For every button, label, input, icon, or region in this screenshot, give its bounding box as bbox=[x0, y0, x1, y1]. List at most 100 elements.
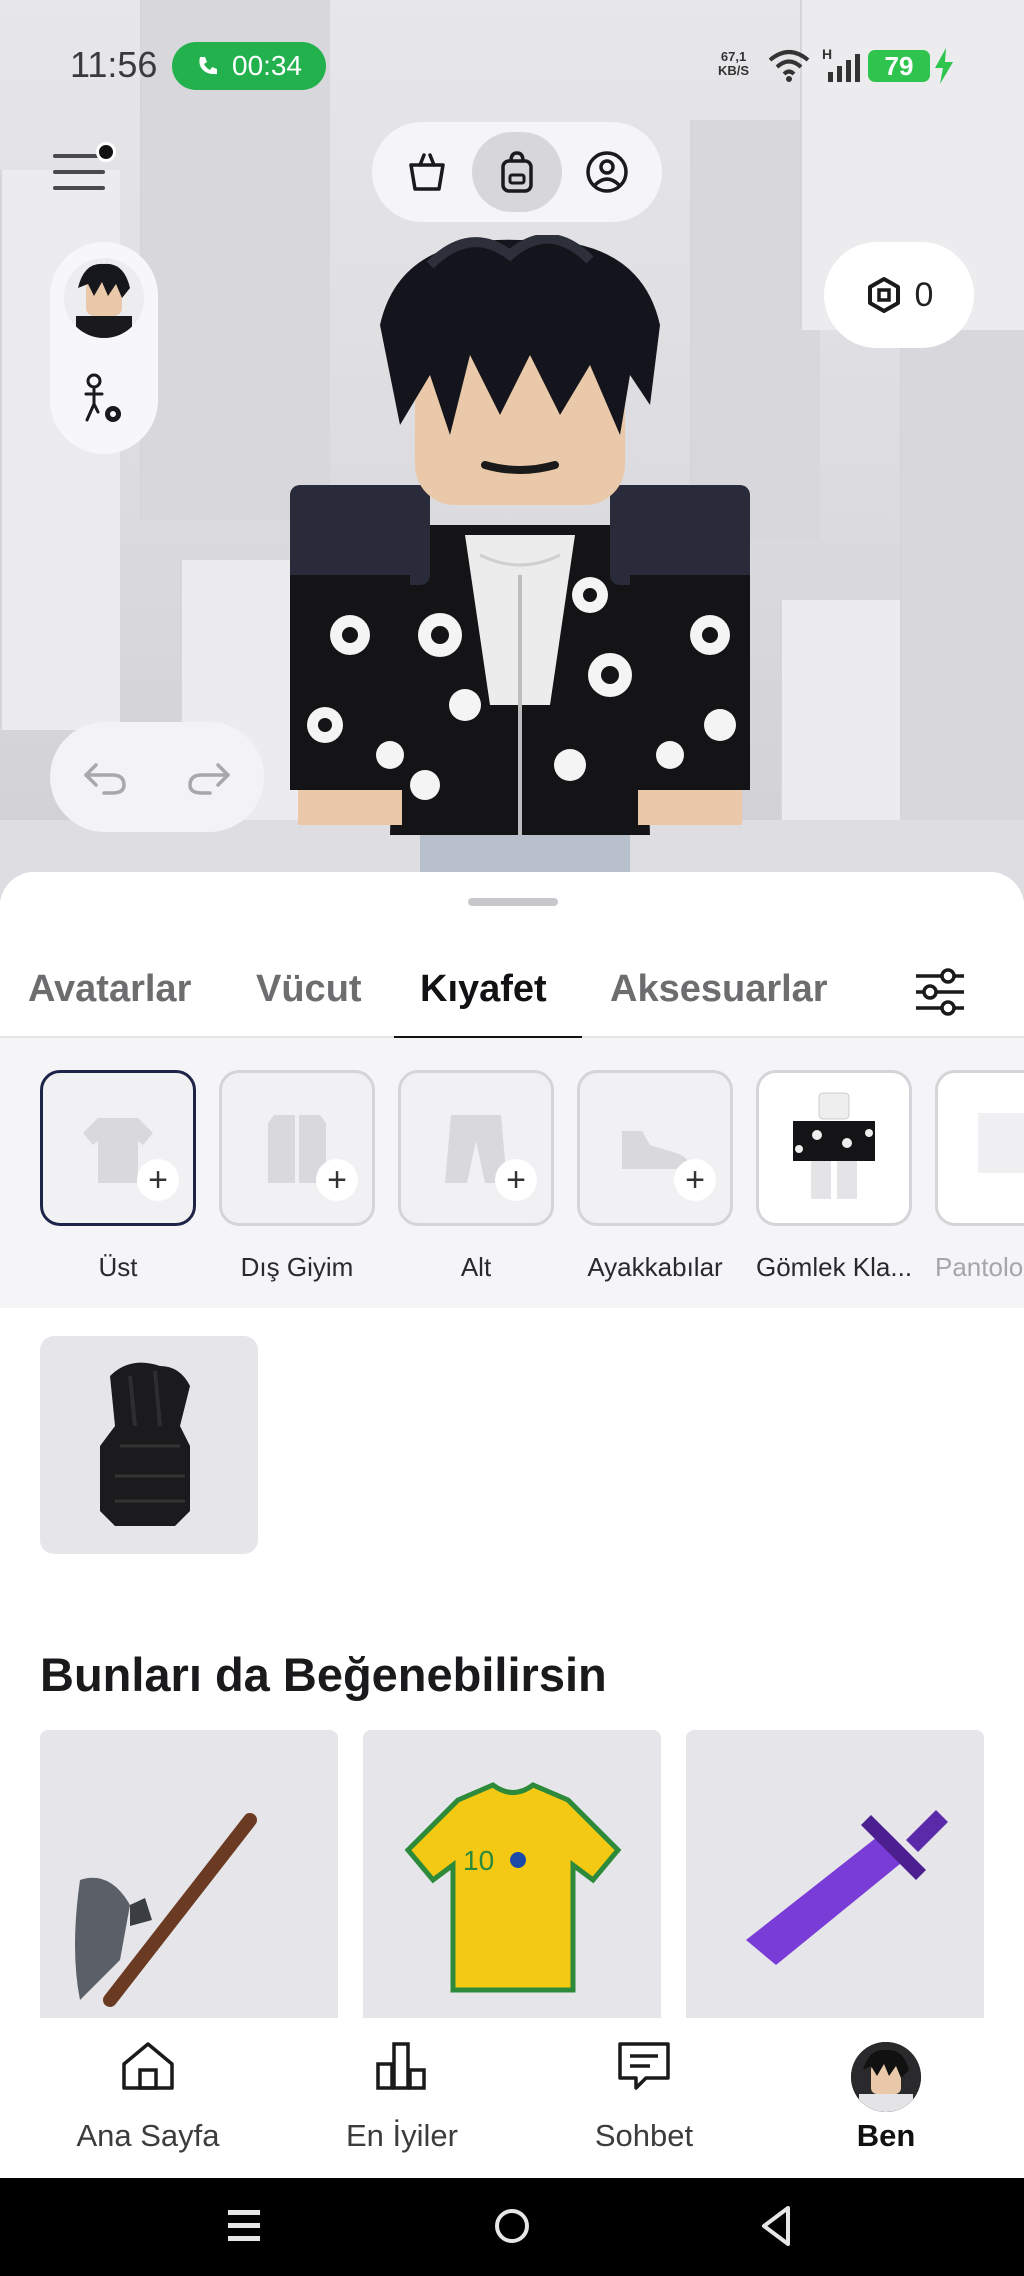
avatar-headshot bbox=[64, 258, 144, 338]
clothing-category-row: + Üst + Dış Giyim + Alt + Ayakkabılar Gö… bbox=[0, 1038, 1024, 1308]
avatar-preview-scene[interactable]: 11:56 00:34 67,1 KB/S H 79 0 bbox=[0, 0, 1024, 900]
inventory-mode-button[interactable] bbox=[472, 132, 562, 212]
home-system-icon[interactable] bbox=[492, 2206, 532, 2246]
menu-line bbox=[53, 170, 105, 174]
category-tile bbox=[935, 1070, 1024, 1226]
category-tile bbox=[756, 1070, 912, 1226]
notification-dot bbox=[96, 142, 116, 162]
call-timer: 00:34 bbox=[232, 50, 303, 81]
nav-me[interactable]: Ben bbox=[786, 2018, 986, 2178]
phone-icon bbox=[199, 57, 217, 75]
status-bar: 11:56 00:34 67,1 KB/S H 79 bbox=[0, 0, 1024, 130]
avatar-side-panel bbox=[50, 242, 158, 454]
nav-label: Ben bbox=[856, 2118, 916, 2153]
home-icon bbox=[122, 2042, 174, 2090]
svg-text:10: 10 bbox=[463, 1845, 494, 1876]
category-label: Dış Giyim bbox=[240, 1252, 354, 1282]
category-label: Alt bbox=[460, 1252, 492, 1282]
nav-charts[interactable]: En İyiler bbox=[302, 2018, 502, 2178]
avatar-settings-icon[interactable] bbox=[80, 372, 130, 428]
nav-label: Ana Sayfa bbox=[76, 2118, 220, 2153]
background-block bbox=[900, 330, 1024, 850]
undo-icon[interactable] bbox=[82, 757, 128, 797]
profile-mode-button[interactable] bbox=[562, 132, 652, 212]
category-pants[interactable]: + Alt bbox=[398, 1070, 558, 1283]
category-classic-pants[interactable]: Pantolo bbox=[935, 1070, 1024, 1283]
signal-icon bbox=[828, 54, 860, 82]
tab-clothing[interactable]: Kıyafet bbox=[420, 968, 547, 1011]
category-tile: + bbox=[398, 1070, 554, 1226]
nav-home[interactable]: Ana Sayfa bbox=[48, 2018, 248, 2178]
category-label: Pantolo bbox=[935, 1252, 1024, 1282]
network-speed: 67,1 KB/S bbox=[718, 50, 749, 78]
robux-balance-button[interactable]: 0 bbox=[824, 242, 974, 348]
axe-thumbnail bbox=[75, 1813, 257, 2007]
category-shoes[interactable]: + Ayakkabılar bbox=[577, 1070, 737, 1283]
jacket-icon bbox=[268, 1115, 326, 1183]
tab-avatars[interactable]: Avatarlar bbox=[28, 968, 191, 1011]
classic-shirt-thumbnail bbox=[793, 1092, 875, 1199]
sliders-icon bbox=[916, 968, 964, 1016]
nav-label: En İyiler bbox=[346, 2118, 458, 2153]
category-tile: + bbox=[40, 1070, 196, 1226]
add-icon: + bbox=[137, 1159, 179, 1201]
equipped-item-card[interactable] bbox=[40, 1336, 258, 1554]
purple-sword-thumbnail bbox=[746, 1810, 948, 1965]
mode-switcher bbox=[372, 122, 662, 222]
avatar-headshot bbox=[851, 2042, 921, 2112]
sneaker-icon bbox=[622, 1131, 690, 1169]
battery-indicator: 79 bbox=[868, 50, 930, 82]
recent-apps-icon[interactable] bbox=[226, 2206, 262, 2246]
add-icon: + bbox=[316, 1159, 358, 1201]
system-navigation-bar bbox=[0, 2178, 1024, 2276]
undo-redo-control bbox=[50, 722, 264, 832]
chat-icon bbox=[618, 2042, 670, 2090]
add-icon: + bbox=[674, 1159, 716, 1201]
ongoing-call-pill[interactable]: 00:34 bbox=[172, 42, 326, 90]
recommendations-title: Bunları da Beğenebilirsin bbox=[40, 1648, 607, 1701]
charging-bolt-icon bbox=[935, 48, 953, 84]
recommended-item-card[interactable] bbox=[686, 1730, 984, 2030]
bottom-navigation: Ana Sayfa En İyiler Sohbet Ben bbox=[0, 2018, 1024, 2178]
recommended-item-card[interactable] bbox=[40, 1730, 338, 2030]
back-icon[interactable] bbox=[758, 2204, 794, 2248]
category-shirt[interactable]: + Üst bbox=[40, 1070, 200, 1283]
shop-mode-button[interactable] bbox=[382, 132, 472, 212]
user-circle-icon bbox=[586, 151, 628, 193]
category-label: Gömlek Kla... bbox=[756, 1252, 912, 1282]
nav-chat[interactable]: Sohbet bbox=[544, 2018, 744, 2178]
avatar-headshot-button[interactable] bbox=[64, 258, 144, 338]
category-tabs: Avatarlar Vücut Kıyafet Aksesuarlar bbox=[0, 942, 1024, 1042]
category-outerwear[interactable]: + Dış Giyim bbox=[219, 1070, 379, 1283]
recommended-item-card[interactable]: 10 bbox=[363, 1730, 661, 2030]
background-block bbox=[780, 600, 900, 840]
network-speed-unit: KB/S bbox=[718, 63, 750, 78]
avatar-character[interactable] bbox=[250, 235, 790, 900]
profile-avatar bbox=[851, 2042, 921, 2112]
category-label: Ayakkabılar bbox=[587, 1252, 723, 1282]
menu-line bbox=[53, 186, 105, 190]
shopping-bag-icon bbox=[409, 153, 445, 191]
chart-icon bbox=[376, 2042, 426, 2090]
network-speed-value: 67,1 bbox=[720, 49, 747, 64]
category-tile: + bbox=[577, 1070, 733, 1226]
pants-icon bbox=[445, 1115, 507, 1183]
menu-button[interactable] bbox=[50, 142, 116, 194]
yellow-jersey-thumbnail: 10 bbox=[404, 1782, 622, 1993]
add-icon: + bbox=[495, 1159, 537, 1201]
wifi-icon bbox=[768, 50, 810, 82]
sheet-drag-handle[interactable] bbox=[468, 898, 558, 906]
category-tile: + bbox=[219, 1070, 375, 1226]
redo-icon[interactable] bbox=[186, 757, 232, 797]
shirt-icon bbox=[83, 1118, 153, 1183]
classic-pants-thumbnail bbox=[978, 1113, 1024, 1173]
tab-body[interactable]: Vücut bbox=[256, 968, 362, 1011]
dark-tunic-thumbnail bbox=[100, 1362, 190, 1526]
category-classic-shirt[interactable]: Gömlek Kla... bbox=[756, 1070, 916, 1283]
backpack-icon bbox=[501, 151, 533, 193]
filter-button[interactable] bbox=[910, 962, 976, 1022]
tab-accessories[interactable]: Aksesuarlar bbox=[610, 968, 828, 1011]
category-label: Üst bbox=[98, 1252, 138, 1282]
clock: 11:56 bbox=[70, 44, 158, 85]
robux-icon bbox=[867, 277, 900, 313]
